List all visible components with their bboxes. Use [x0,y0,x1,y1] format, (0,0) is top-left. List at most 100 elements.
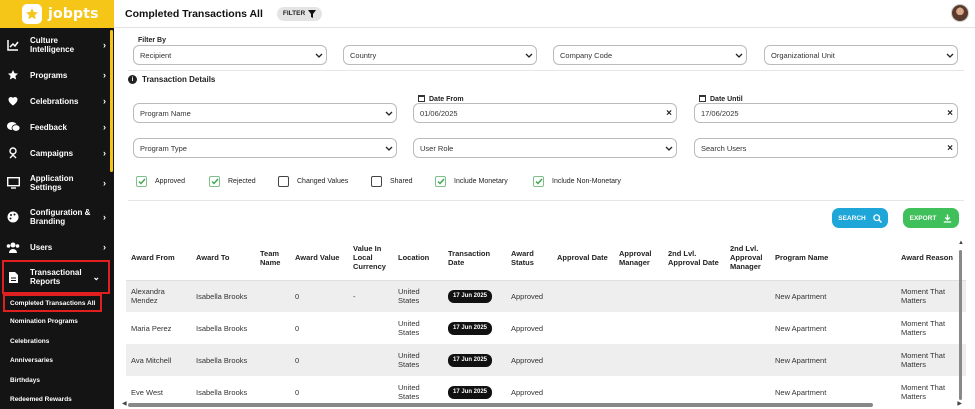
cell-approval-date [552,344,614,376]
column-header[interactable]: Award From [126,236,191,281]
chevron-down-icon [312,53,326,58]
column-header[interactable]: 2nd Lvl. Approval Manager [725,236,770,281]
search-users-placeholder: Search Users [701,143,747,153]
country-select[interactable]: Country [343,45,537,65]
sidebar-item-transactional-reports[interactable]: Transactional Reports ⌄ [2,260,110,294]
column-header[interactable]: Transaction Date [443,236,506,281]
scrollbar-thumb[interactable] [959,250,962,400]
cell-award-from: Alexandra Mendez [126,280,191,312]
search-icon [872,213,882,223]
column-header[interactable]: Team Name [255,236,290,281]
checkbox-approved[interactable]: Approved [136,176,185,187]
date-from-value: 01/06/2025 [420,108,458,118]
scroll-right-icon[interactable]: ▶ [957,400,962,407]
sidebar-item-users[interactable]: Users › [0,234,114,260]
sidebar-item-feedback[interactable]: Feedback › [0,114,114,140]
cell-award-reason: Moment That Matters [901,319,946,337]
checkbox-label: Changed Values [297,178,349,185]
search-users-input[interactable]: Search Users × [694,138,958,158]
search-button[interactable]: SEARCH [832,208,888,228]
table-row[interactable]: Ava Mitchell Isabella Brooks 0 United St… [126,344,966,376]
company-code-placeholder: Company Code [560,50,613,60]
column-header[interactable]: Award Reason [896,236,966,281]
star-icon [6,68,20,82]
table-row[interactable]: Maria Perez Isabella Brooks 0 United Sta… [126,312,966,344]
program-type-placeholder: Program Type [140,143,187,153]
scrollbar-thumb[interactable] [128,403,873,407]
cell-approval-manager [614,312,663,344]
checkbox-label: Rejected [228,178,256,185]
transactions-table: Award From Award To Team Name Award Valu… [126,236,966,409]
column-header[interactable]: Approval Date [552,236,614,281]
scroll-left-icon[interactable]: ◀ [122,400,127,407]
chevron-down-icon [662,146,676,151]
checkbox-rejected[interactable]: Rejected [209,176,256,187]
clear-icon[interactable]: × [662,108,676,119]
cell-team-name [255,280,290,312]
sidebar-item-culture-intelligence[interactable]: Culture Intelligence › [0,28,114,62]
column-header[interactable]: Award To [191,236,255,281]
date-from-input[interactable]: 01/06/2025 × [413,103,677,123]
calendar-icon [418,95,425,102]
column-header[interactable]: Approval Manager [614,236,663,281]
table-vertical-scrollbar[interactable]: ▲ [958,240,964,400]
filter-by-select[interactable]: Recipient [133,45,327,65]
sidebar-item-programs[interactable]: Programs › [0,62,114,88]
checkbox-shared[interactable]: Shared [371,176,413,187]
date-until-input[interactable]: 17/06/2025 × [694,103,958,123]
sub-item-completed-transactions-all[interactable]: Completed Transactions All [3,294,102,312]
column-header[interactable]: Location [393,236,443,281]
cell-location: United States [393,280,443,312]
column-header[interactable]: Program Name [770,236,896,281]
cell-program-name: New Apartment [770,344,896,376]
cell-award-to: Isabella Brooks [196,323,248,333]
sidebar-item-campaigns[interactable]: Campaigns › [0,140,114,166]
cell-2nd-approval-manager [725,344,770,376]
table-row[interactable]: Alexandra Mendez Isabella Brooks 0 - Uni… [126,280,966,312]
logo-bar[interactable]: jobpts [0,0,114,28]
sub-item-nomination-programs[interactable]: Nomination Programs [0,312,114,332]
program-type-select[interactable]: Program Type [133,138,397,158]
sub-item-birthdays[interactable]: Birthdays [0,371,114,391]
column-header[interactable]: Award Value [290,236,348,281]
table-header-row: Award From Award To Team Name Award Valu… [126,236,966,281]
scroll-up-icon[interactable]: ▲ [958,240,964,246]
checkbox-changed-values[interactable]: Changed Values [278,176,348,187]
chevron-down-icon [943,53,957,58]
checkbox-include-non-monetary[interactable]: Include Non-Monetary [533,176,621,187]
report-icon [6,270,20,284]
chevron-down-icon [522,53,536,58]
column-header[interactable]: Award Status [506,236,552,281]
cell-award-value: 0 [295,323,300,333]
checkbox-include-monetary[interactable]: Include Monetary [435,176,508,187]
column-header[interactable]: Value In Local Currency [348,236,393,281]
filter-button[interactable]: FILTER [276,6,323,21]
date-until-value: 17/06/2025 [701,108,739,118]
clear-icon[interactable]: × [943,143,957,154]
user-role-select[interactable]: User Role [413,138,677,158]
chevron-right-icon: › [103,148,106,158]
export-button[interactable]: EXPORT [903,208,959,228]
sub-item-anniversaries[interactable]: Anniversaries [0,351,114,371]
cell-location: United States [398,319,420,337]
chevron-right-icon: › [103,178,106,188]
avatar[interactable] [951,4,969,22]
organizational-unit-select[interactable]: Organizational Unit [764,45,958,65]
chart-icon [6,38,20,52]
company-code-select[interactable]: Company Code [553,45,747,65]
sidebar-item-configuration-branding[interactable]: Configuration & Branding › [0,200,114,234]
sub-item-celebrations[interactable]: Celebrations [0,332,114,352]
clear-icon[interactable]: × [943,108,957,119]
cell-approval-date [552,280,614,312]
column-header[interactable]: 2nd Lvl. Approval Date [663,236,725,281]
date-badge: 17 Jun 2025 [448,353,493,367]
transaction-details-heading: i Transaction Details [128,75,215,84]
calendar-icon [699,95,706,102]
cell-2nd-approval-manager [725,312,770,344]
cell-transaction-date: 17 Jun 2025 [443,280,506,312]
program-name-select[interactable]: Program Name [133,103,397,123]
sidebar-item-celebrations[interactable]: Celebrations › [0,88,114,114]
sub-item-redeemed-rewards[interactable]: Redeemed Rewards [0,390,114,409]
table-horizontal-scrollbar[interactable]: ◀ ▶ [122,401,962,407]
sidebar-item-application-settings[interactable]: Application Settings › [0,166,114,200]
